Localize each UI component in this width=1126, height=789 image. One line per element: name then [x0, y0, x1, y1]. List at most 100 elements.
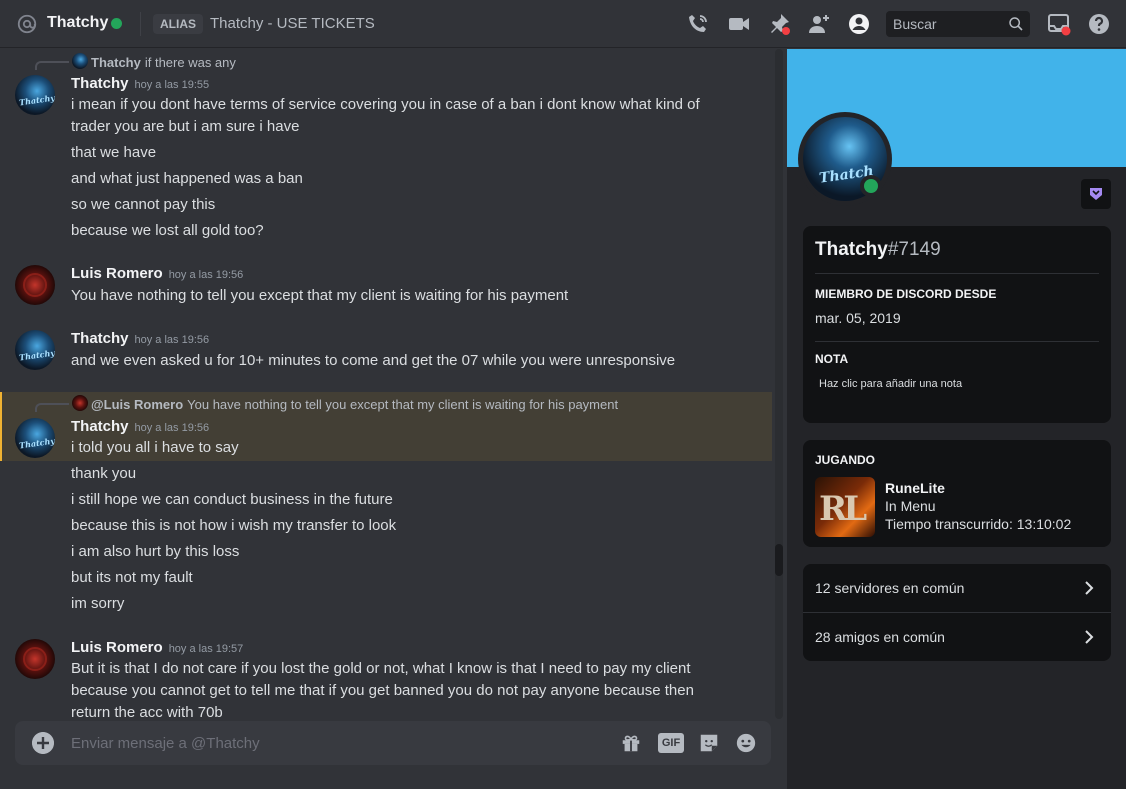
avatar-label: Thatchy	[18, 435, 55, 451]
message-author[interactable]: Thatchy hoy a las 19:56	[71, 330, 209, 347]
message-line: i am also hurt by this loss	[71, 543, 240, 560]
reply-spine	[35, 403, 69, 412]
phone-call-icon[interactable]	[686, 12, 710, 36]
reply-author: Thatchy if there was any	[91, 55, 236, 70]
channel-username[interactable]: Thatchy	[47, 14, 108, 32]
divider	[815, 341, 1099, 342]
avatar[interactable]: Thatchy	[15, 418, 55, 458]
mutual-friends-button[interactable]: 28 amigos en común	[803, 613, 1111, 661]
mutual-servers-button[interactable]: 12 servidores en común	[803, 564, 1111, 612]
reply-spine	[35, 61, 69, 70]
message-line: i still hope we can conduct business in …	[71, 491, 393, 508]
mutuals-card: 12 servidores en común 28 amigos en comú…	[803, 564, 1111, 661]
search-box[interactable]	[886, 11, 1030, 37]
divider	[140, 12, 141, 36]
message-line: that we have	[71, 144, 157, 161]
add-attachment-icon[interactable]	[32, 732, 54, 754]
message-group: Luis Romero hoy a las 19:56 You have noth…	[0, 259, 772, 319]
message-line: i told you all i have to say	[71, 439, 239, 456]
mutual-friends-label: 28 amigos en común	[815, 629, 945, 645]
message-author[interactable]: Thatchy hoy a las 19:56	[71, 418, 209, 435]
reply-preview[interactable]: @Luis Romero You have nothing to tell you…	[2, 394, 772, 412]
profile-icon[interactable]	[847, 12, 871, 36]
avatar[interactable]	[15, 639, 55, 679]
reply-avatar	[72, 53, 88, 69]
nitro-badge[interactable]	[1081, 179, 1111, 209]
search-input[interactable]	[893, 11, 1003, 37]
message-line: i mean if you dont have terms of service…	[71, 96, 700, 113]
avatar[interactable]: Thatchy	[15, 330, 55, 370]
message-group-highlighted: @Luis Romero You have nothing to tell you…	[0, 392, 772, 461]
chat-scrollbar-track[interactable]	[775, 49, 783, 719]
avatar[interactable]: Thatchy	[15, 75, 55, 115]
mutual-servers-label: 12 servidores en común	[815, 580, 965, 596]
profile-status	[860, 175, 882, 197]
avatar[interactable]	[15, 265, 55, 305]
gift-icon[interactable]	[619, 732, 643, 754]
activity-card: JUGANDO RL RuneLite In Menu Tiempo trans…	[803, 440, 1111, 547]
message-line: trader you are but i am sure i have	[71, 118, 300, 135]
add-friend-icon[interactable]	[807, 12, 831, 36]
message-continuation: thank you i still hope we can conduct bu…	[0, 461, 772, 621]
avatar-label: Thatchy	[18, 347, 55, 363]
game-name: RuneLite	[885, 480, 945, 496]
message-timestamp: hoy a las 19:56	[134, 422, 210, 434]
message-line: im sorry	[71, 595, 125, 612]
online-status-icon	[111, 18, 122, 29]
game-elapsed: Tiempo transcurrido: 13:10:02	[885, 516, 1072, 532]
message-timestamp: hoy a las 19:57	[168, 643, 244, 655]
message-line: But it is that I do not care if you lost…	[71, 660, 691, 677]
search-icon	[1009, 17, 1023, 31]
message-timestamp: hoy a las 19:55	[134, 79, 210, 91]
message-author[interactable]: Thatchy hoy a las 19:55	[71, 75, 209, 92]
alias-tag: ALIAS	[153, 14, 203, 34]
pin-icon[interactable]	[767, 12, 791, 36]
alias-text: Thatchy - USE TICKETS	[210, 15, 375, 32]
profile-discriminator: #7149	[887, 239, 941, 260]
chat-scrollbar-thumb[interactable]	[775, 544, 783, 576]
help-icon[interactable]	[1087, 12, 1111, 36]
reply-author: @Luis Romero You have nothing to tell you…	[91, 397, 619, 412]
inbox-icon[interactable]	[1047, 12, 1071, 36]
reply-avatar	[72, 395, 88, 411]
profile-username[interactable]: Thatchy#7149	[815, 239, 941, 261]
profile-panel: Thatch Thatchy#7149 MIEMBRO DE DISCORD D…	[787, 49, 1126, 789]
member-since-title: MIEMBRO DE DISCORD DESDE	[815, 287, 997, 301]
message-group: Thatchy if there was any Thatchy Thatchy h…	[0, 49, 772, 249]
video-camera-icon[interactable]	[727, 12, 751, 36]
game-art[interactable]: RL	[815, 477, 875, 537]
user-info-card: Thatchy#7149 MIEMBRO DE DISCORD DESDE ma…	[803, 226, 1111, 423]
message-line: and we even asked u for 10+ minutes to c…	[71, 352, 676, 369]
reply-preview[interactable]: Thatchy if there was any	[0, 52, 772, 70]
message-author[interactable]: Luis Romero hoy a las 19:57	[71, 639, 243, 656]
emoji-icon[interactable]	[734, 732, 758, 754]
playing-title: JUGANDO	[815, 453, 876, 467]
message-author[interactable]: Luis Romero hoy a las 19:56	[71, 265, 243, 282]
avatar-emblem	[23, 647, 47, 671]
message-line: thank you	[71, 465, 137, 482]
nitro-badge-icon	[1090, 188, 1102, 200]
chevron-right-icon	[1085, 630, 1094, 644]
avatar-label: Thatchy	[18, 92, 55, 108]
chevron-right-icon	[1085, 581, 1094, 595]
avatar-emblem	[23, 273, 47, 297]
message-line: but its not my fault	[71, 569, 193, 586]
message-composer: GIF	[15, 721, 771, 765]
message-timestamp: hoy a las 19:56	[168, 269, 244, 281]
message-line: because we lost all gold too?	[71, 222, 264, 239]
note-input[interactable]	[815, 374, 1095, 394]
top-bar: Thatchy ALIAS Thatchy - USE TICKETS	[0, 0, 1126, 48]
message-input[interactable]	[71, 721, 591, 765]
message-group: Luis Romero hoy a las 19:57 But it is tha…	[0, 633, 772, 723]
game-state: In Menu	[885, 498, 936, 514]
game-art-label: RL	[819, 489, 867, 529]
gif-button[interactable]: GIF	[658, 733, 684, 753]
sticker-icon[interactable]	[697, 732, 721, 754]
message-line: because this is not how i wish my transf…	[71, 517, 397, 534]
note-title: NOTA	[815, 352, 849, 366]
online-status-icon	[864, 179, 878, 193]
divider	[815, 273, 1099, 274]
member-since-date: mar. 05, 2019	[815, 310, 901, 326]
message-line: You have nothing to tell you except that…	[71, 287, 569, 304]
message-line: because you cannot get to tell me that i…	[71, 682, 694, 699]
